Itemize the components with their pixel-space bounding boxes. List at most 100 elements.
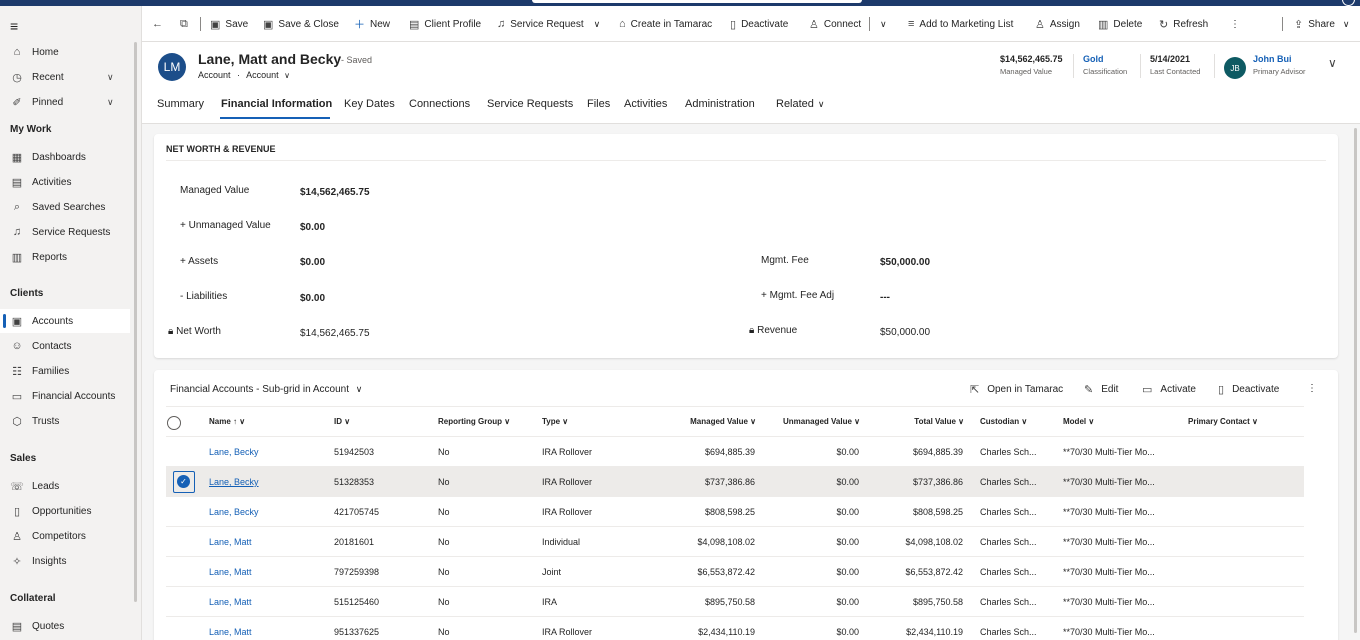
liabilities-field[interactable]: $0.00 (300, 293, 325, 304)
sidebar-item-service-requests[interactable]: ♫ Service Requests (0, 220, 130, 244)
sidebar-item-saved-searches[interactable]: ⌕ Saved Searches (0, 195, 130, 219)
name-link[interactable]: Lane, Becky (209, 507, 259, 517)
sidebar-item-label: Activities (32, 176, 72, 188)
sidebar-item-contacts[interactable]: ☺ Contacts (0, 334, 130, 358)
add-marketing-button[interactable]: ≡ Add to Marketing List (908, 16, 1013, 32)
name-link[interactable]: Lane, Matt (209, 537, 252, 547)
sidebar-scrollbar[interactable] (134, 42, 137, 602)
sidebar-item-pinned[interactable]: ✐ Pinned ∨ (0, 90, 130, 114)
tab-financial-information[interactable]: Financial Information (221, 98, 332, 110)
open-tamarac-button[interactable]: ⇱ Open in Tamarac (970, 383, 1063, 396)
unmanaged-value-field[interactable]: $0.00 (300, 222, 325, 233)
name-link[interactable]: Lane, Becky (209, 447, 259, 457)
custodian-cell: Charles Sch... (980, 627, 1037, 637)
sidebar-item-activities[interactable]: ▤ Activities (0, 170, 130, 194)
assign-button[interactable]: ♙ Assign (1035, 16, 1080, 32)
row-checkbox[interactable]: ✓ (173, 471, 195, 493)
tab-service-requests[interactable]: Service Requests (487, 98, 573, 110)
form-selector[interactable]: Account (246, 70, 279, 80)
sidebar-item-home[interactable]: ⌂ Home (0, 40, 130, 64)
tab-administration[interactable]: Administration (685, 98, 755, 110)
table-row[interactable]: Lane, Becky 51942503 No IRA Rollover $69… (166, 437, 1304, 467)
mgmt-fee-adj-field[interactable]: --- (880, 292, 890, 303)
name-link[interactable]: Lane, Matt (209, 597, 252, 607)
sidebar-item-recent[interactable]: ◷ Recent ∨ (0, 65, 130, 89)
sidebar-item-dashboards[interactable]: ▦ Dashboards (0, 145, 130, 169)
table-row[interactable]: Lane, Matt 797259398 No Joint $6,553,872… (166, 557, 1304, 587)
service-request-button[interactable]: ♫ Service Request ∨ (497, 16, 600, 32)
tab-summary[interactable]: Summary (157, 98, 204, 110)
refresh-button[interactable]: ↻ Refresh (1159, 16, 1208, 32)
chevron-down-icon[interactable]: ∨ (284, 71, 290, 80)
divider (200, 17, 201, 31)
chevron-down-icon[interactable]: ∨ (107, 72, 114, 83)
new-button[interactable]: ＋ New (354, 16, 390, 32)
column-header-type[interactable]: Type ∨ (542, 417, 568, 426)
sidebar-item-insights[interactable]: ✧ Insights (0, 549, 130, 573)
more-commands-button[interactable]: ⋮ (1230, 16, 1240, 32)
column-header-model[interactable]: Model ∨ (1063, 417, 1094, 426)
type-cell: Individual (542, 537, 581, 547)
tab-connections[interactable]: Connections (409, 98, 470, 110)
sidebar-item-trusts[interactable]: ⬡ Trusts (0, 409, 130, 433)
connect-button[interactable]: ♙ Connect (809, 16, 861, 32)
form-scrollbar[interactable] (1354, 128, 1357, 633)
sidebar-item-accounts[interactable]: ▣ Accounts (0, 309, 130, 333)
save-button[interactable]: ▣ Save (210, 16, 248, 32)
tab-key-dates[interactable]: Key Dates (344, 98, 395, 110)
table-row[interactable]: Lane, Becky 421705745 No IRA Rollover $8… (166, 497, 1304, 527)
table-row-selected[interactable]: ✓ Lane, Becky 51328353 No IRA Rollover $… (166, 467, 1304, 497)
name-link[interactable]: Lane, Matt (209, 567, 252, 577)
column-header-name[interactable]: Name ↑ ∨ (209, 417, 245, 426)
popout-button[interactable]: ⧉ (180, 16, 193, 32)
column-header-id[interactable]: ID ∨ (334, 417, 350, 426)
subgrid-deactivate-button[interactable]: ▯ Deactivate (1218, 383, 1279, 396)
table-row[interactable]: Lane, Matt 515125460 No IRA $895,750.58 … (166, 587, 1304, 617)
select-all-checkbox[interactable] (167, 416, 181, 430)
create-tamarac-button[interactable]: ⌂ Create in Tamarac (619, 16, 712, 32)
hamburger-menu-icon[interactable]: ≡ (10, 18, 18, 34)
tab-activities[interactable]: Activities (624, 98, 667, 110)
name-link[interactable]: Lane, Matt (209, 627, 252, 637)
sidebar-item-reports[interactable]: ▥ Reports (0, 245, 130, 269)
name-link[interactable]: Lane, Becky (209, 477, 259, 487)
connect-icon: ♙ (809, 18, 819, 31)
edit-button[interactable]: ✎ Edit (1084, 383, 1118, 396)
share-button[interactable]: ⇪ Share ∨ (1294, 16, 1350, 32)
header-field-value[interactable]: John Bui (1253, 54, 1306, 64)
client-profile-button[interactable]: ▤ Client Profile (409, 16, 481, 32)
deactivate-button[interactable]: ▯ Deactivate (730, 16, 788, 32)
assets-field[interactable]: $0.00 (300, 257, 325, 268)
header-field-value[interactable]: Gold (1083, 54, 1127, 64)
back-button[interactable]: ← (152, 16, 168, 32)
sidebar-item-leads[interactable]: ☏ Leads (0, 474, 130, 498)
table-row[interactable]: Lane, Matt 951337625 No IRA Rollover $2,… (166, 617, 1304, 640)
subgrid-view-selector[interactable]: Financial Accounts - Sub-grid in Account… (170, 384, 362, 395)
column-header-custodian[interactable]: Custodian ∨ (980, 417, 1027, 426)
subgrid-more-button[interactable]: ⋮ (1307, 383, 1317, 394)
sidebar-item-opportunities[interactable]: ▯ Opportunities (0, 499, 130, 523)
column-header-total-value[interactable]: Total Value ∨ (864, 417, 964, 426)
save-close-button[interactable]: ▣ Save & Close (263, 16, 339, 32)
chevron-down-icon[interactable]: ∨ (594, 19, 601, 30)
connect-dropdown-button[interactable]: ∨ (880, 16, 887, 32)
sidebar-item-families[interactable]: ☷ Families (0, 359, 130, 383)
table-row[interactable]: Lane, Matt 20181601 No Individual $4,098… (166, 527, 1304, 557)
sidebar-item-competitors[interactable]: ♙ Competitors (0, 524, 130, 548)
tab-related[interactable]: Related ∨ (776, 98, 825, 110)
delete-button[interactable]: ▥ Delete (1098, 16, 1142, 32)
global-search-box[interactable] (532, 0, 862, 3)
sidebar-item-financial-accounts[interactable]: ▭ Financial Accounts (0, 384, 130, 408)
header-expand-chevron-icon[interactable]: ∨ (1328, 56, 1337, 70)
sidebar-item-quotes[interactable]: ▤ Quotes (0, 614, 130, 638)
activate-button[interactable]: ▭ Activate (1142, 383, 1196, 396)
chevron-down-icon[interactable]: ∨ (107, 97, 114, 108)
column-header-reporting-group[interactable]: Reporting Group ∨ (438, 417, 510, 426)
column-header-unmanaged-value[interactable]: Unmanaged Value ∨ (759, 417, 860, 426)
add-marketing-label: Add to Marketing List (919, 18, 1014, 30)
column-header-managed-value[interactable]: Managed Value ∨ (654, 417, 756, 426)
tab-files[interactable]: Files (587, 98, 610, 110)
mgmt-fee-field[interactable]: $50,000.00 (880, 257, 930, 268)
sidebar-item-label: Reports (32, 251, 68, 263)
column-header-primary-contact[interactable]: Primary Contact ∨ (1188, 417, 1258, 426)
